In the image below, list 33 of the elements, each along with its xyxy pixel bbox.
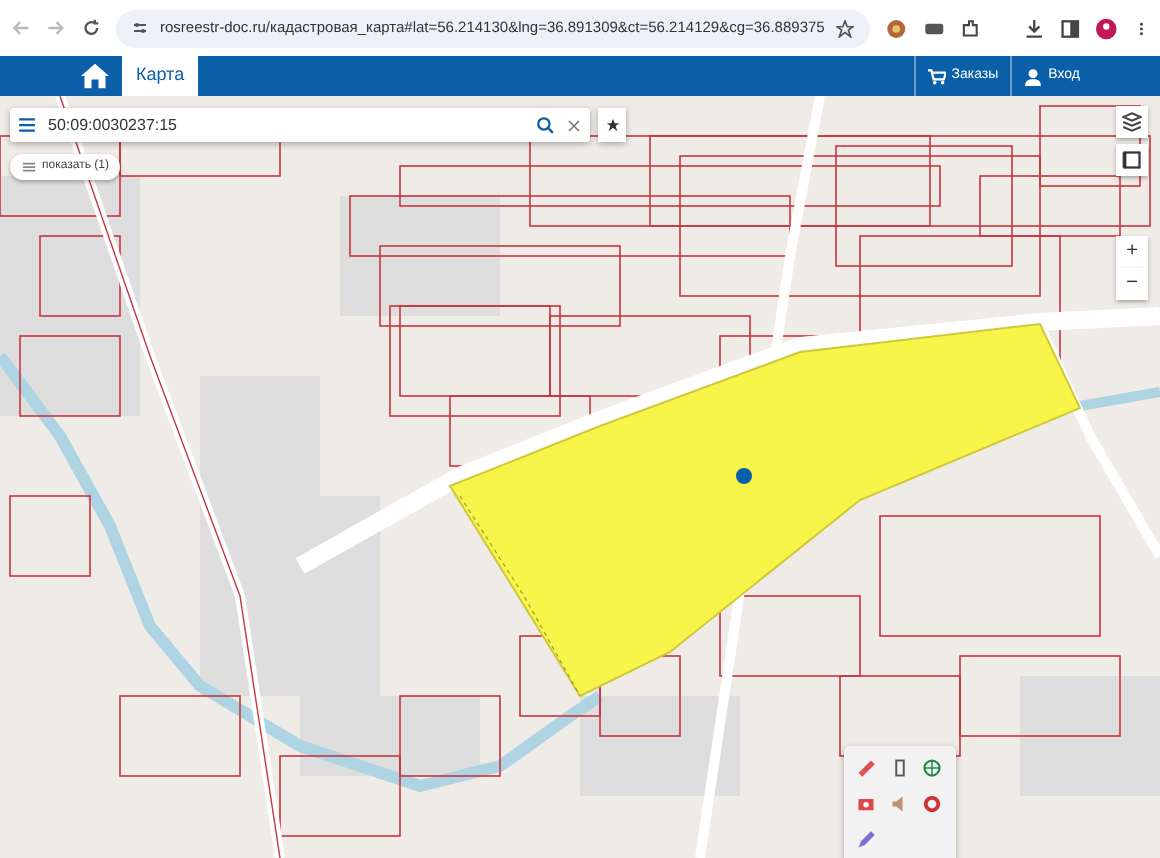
pencil-icon [856,829,876,850]
download-icon[interactable] [1023,17,1044,39]
user-icon [1024,67,1043,85]
reload-icon[interactable] [81,18,100,38]
zoom-in-button[interactable]: + [1116,236,1148,268]
ring-icon [922,793,943,814]
close-icon[interactable] [566,117,582,133]
ruler-icon [856,757,876,778]
bookmark-star-icon[interactable] [836,19,855,37]
square-view-button[interactable] [1116,144,1148,176]
menu-icon[interactable] [18,116,36,134]
search-field[interactable]: 50:09:0030237:15 [48,113,524,137]
zoom-out-button[interactable]: − [1116,268,1148,300]
tool-button[interactable] [852,826,880,854]
map-tab[interactable]: Карта [122,56,199,96]
tool-button[interactable] [918,754,947,782]
favorite-button[interactable] [598,108,626,142]
list-icon [22,160,36,174]
profile-avatar-icon[interactable] [1096,17,1118,39]
camera-icon [856,793,876,814]
search-icon[interactable] [536,116,554,134]
cart-icon [927,67,946,85]
cadastral-map-drawing[interactable] [0,96,1160,858]
square-icon [1122,150,1142,170]
layers-icon [1122,112,1142,132]
layers-button[interactable] [1116,106,1148,138]
star-icon [605,118,619,132]
side-panel-icon[interactable] [1060,17,1081,39]
home-icon[interactable] [80,62,110,90]
globe-icon [922,757,943,778]
search-bar[interactable]: 50:09:0030237:15 [10,108,590,142]
battery-icon [889,757,910,778]
site-settings-icon[interactable] [131,20,148,36]
